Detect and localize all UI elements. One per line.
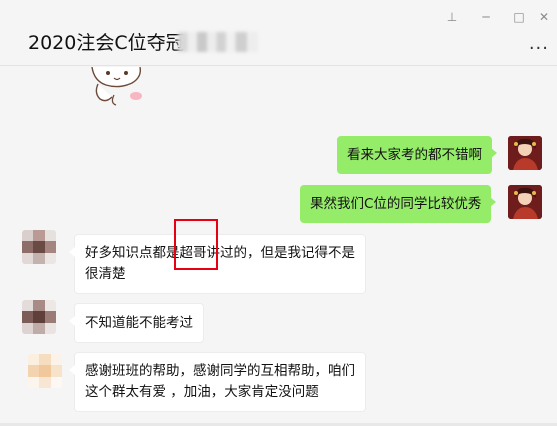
minimize-button[interactable]: ─ xyxy=(475,6,497,28)
chat-title: 2020注会C位夺冠 xyxy=(28,32,185,54)
other-message-bubble[interactable]: 好多知识点都是超哥讲过的，但是我记得不是 很清楚 xyxy=(69,234,366,294)
my-avatar[interactable] xyxy=(508,136,542,170)
avatar-portrait-icon xyxy=(508,185,542,219)
pin-icon[interactable]: ⊥ xyxy=(441,6,463,28)
more-options-button[interactable]: ··· xyxy=(529,38,549,59)
message-text-line: 这个群太有爱 ，加油，大家肯定没问题 xyxy=(85,384,319,400)
sender-avatar-blurred[interactable] xyxy=(22,230,56,264)
maximize-button[interactable]: □ xyxy=(508,6,530,28)
sender-avatar-blurred[interactable] xyxy=(22,300,56,334)
my-message-bubble[interactable]: 果然我们C位的同学比较优秀 xyxy=(300,185,497,223)
message-text: 看来大家考的都不错啊 xyxy=(347,147,482,163)
message-text: 不知道能不能考过 xyxy=(85,315,193,331)
message-text-line: 感谢班班的帮助，感谢同学的互相帮助，咱们 xyxy=(85,363,355,379)
message-text-line: 好多知识点都是超哥讲过的，但是我记得不是 xyxy=(85,245,355,261)
blurred-title-suffix xyxy=(178,32,258,52)
my-message-bubble[interactable]: 看来大家考的都不错啊 xyxy=(337,136,497,174)
message-text: 果然我们C位的同学比较优秀 xyxy=(310,196,482,212)
other-message-bubble[interactable]: 不知道能不能考过 xyxy=(69,303,204,343)
message-text-line: 很清楚 xyxy=(85,266,126,282)
close-button[interactable]: ✕ xyxy=(533,6,555,28)
sticker-image[interactable] xyxy=(84,67,154,107)
my-avatar[interactable] xyxy=(508,185,542,219)
title-bar: 2020注会C位夺冠 ⊥ ─ □ ✕ ··· xyxy=(0,0,557,66)
chat-message-area[interactable]: 看来大家考的都不错啊 果然我们C位的同学比较优秀 好多知识点都是超哥讲过的，但是… xyxy=(0,67,557,426)
sender-avatar-blurred[interactable] xyxy=(28,354,62,388)
other-message-bubble[interactable]: 感谢班班的帮助，感谢同学的互相帮助，咱们 这个群太有爱 ，加油，大家肯定没问题 xyxy=(69,352,366,412)
avatar-portrait-icon xyxy=(508,136,542,170)
red-highlight-box xyxy=(174,219,218,270)
